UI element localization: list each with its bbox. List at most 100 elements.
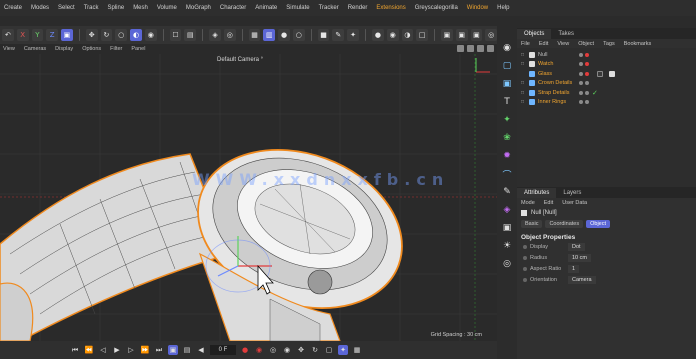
visibility-dot-icon[interactable]	[579, 52, 583, 57]
visibility-dot-icon[interactable]	[579, 71, 583, 76]
zoom-icon[interactable]	[467, 45, 474, 52]
snap-icon[interactable]: ◎	[223, 29, 236, 41]
mograph-cloner-icon[interactable]: ✦	[501, 114, 513, 126]
go-to-start-icon[interactable]: ⏮	[70, 345, 80, 355]
render-settings-icon[interactable]: ▣	[470, 29, 483, 41]
objects-menu-view[interactable]: View	[557, 41, 569, 47]
grid-snap-icon[interactable]: ▥	[263, 29, 276, 41]
object-row-glass[interactable]: Glass	[517, 69, 696, 79]
current-frame-field[interactable]: 0 F	[210, 345, 236, 355]
menu-mograph[interactable]: MoGraph	[186, 5, 211, 11]
rotation-key-icon[interactable]: ↻	[310, 345, 320, 355]
rotate-icon[interactable]: ↻	[100, 29, 113, 41]
property-aspect-ratio[interactable]: Aspect Ratio 1	[517, 264, 696, 274]
menu-simulate[interactable]: Simulate	[286, 5, 309, 11]
prev-key-icon[interactable]: ⏪	[84, 345, 94, 355]
render-dot-icon[interactable]	[585, 71, 589, 76]
sound-icon[interactable]: ◀	[196, 345, 206, 355]
object-row-crown-details[interactable]: □ Crown Details	[517, 79, 696, 89]
menu-track[interactable]: Track	[84, 5, 99, 11]
keyframe-dot-icon[interactable]	[523, 245, 527, 249]
render-picture-viewer-icon[interactable]: ▣	[455, 29, 468, 41]
quantize-icon[interactable]: ●	[278, 29, 290, 41]
objects-menu-file[interactable]: File	[521, 41, 530, 47]
text-tool-icon[interactable]: T	[501, 96, 513, 108]
mode-object-tab[interactable]: Object	[586, 220, 611, 228]
expand-toggle-icon[interactable]: □	[521, 90, 526, 96]
render-view-icon[interactable]: ▣	[441, 29, 453, 41]
world-coords-icon[interactable]: ▣	[61, 29, 73, 41]
property-radius[interactable]: Radius 10 cm	[517, 253, 696, 263]
tab-attributes[interactable]: Attributes	[517, 188, 557, 198]
object-row-inner-rings[interactable]: □ Inner Rings	[517, 98, 696, 108]
checkmark-icon[interactable]: ✓	[592, 89, 598, 97]
undo-icon[interactable]: ↶	[2, 29, 14, 41]
material-tag-icon[interactable]	[597, 70, 603, 77]
deformer-bend-icon[interactable]: ✹	[501, 150, 513, 162]
render-dot-icon[interactable]	[585, 62, 589, 67]
motion-record-icon[interactable]: ◉	[282, 345, 292, 355]
keyframe-dot-icon[interactable]	[523, 267, 527, 271]
menu-render[interactable]: Render	[348, 5, 368, 11]
render-dot-icon[interactable]	[585, 100, 589, 105]
pla-key-icon[interactable]: ▦	[352, 345, 362, 355]
volume-icon[interactable]: ◈	[501, 204, 513, 216]
attributes-menu-mode[interactable]: Mode	[521, 200, 535, 206]
expand-toggle-icon[interactable]: □	[521, 61, 526, 67]
object-row-null[interactable]: □ Null	[517, 50, 696, 60]
axis-y-toggle[interactable]: Y	[31, 29, 44, 41]
menu-tracker[interactable]: Tracker	[319, 5, 339, 11]
crown-knob[interactable]	[307, 269, 333, 295]
next-key-icon[interactable]: ⏩	[140, 345, 150, 355]
parameter-key-icon[interactable]: ✦	[338, 345, 348, 355]
viewport-menu-cameras[interactable]: Cameras	[24, 46, 46, 52]
lock-icon[interactable]: ◈	[209, 29, 221, 41]
orbit-icon[interactable]	[477, 45, 484, 52]
property-orientation[interactable]: Orientation Camera	[517, 275, 696, 285]
menu-select[interactable]: Select	[58, 5, 75, 11]
maximize-view-icon[interactable]	[487, 45, 494, 52]
camera-icon[interactable]: ◉	[386, 29, 399, 41]
cube-icon[interactable]: ■	[317, 29, 330, 41]
display-dropdown[interactable]: Dot	[568, 243, 585, 251]
menu-animate[interactable]: Animate	[255, 5, 277, 11]
spline-pen-icon[interactable]: ✎	[332, 29, 345, 41]
pan-icon[interactable]	[457, 45, 464, 52]
deformer-icon[interactable]: ●	[371, 29, 384, 41]
cube-primitive-icon[interactable]: ▢	[501, 60, 513, 72]
select-rect-icon[interactable]: ☐	[169, 29, 182, 41]
record-icon[interactable]: ●	[240, 345, 250, 355]
watch-model[interactable]	[0, 123, 424, 341]
object-row-strap-details[interactable]: □ Strap Details ✓	[517, 88, 696, 98]
aspect-ratio-field[interactable]: 1	[568, 265, 580, 273]
menu-mesh[interactable]: Mesh	[133, 5, 148, 11]
render-dot-icon[interactable]	[585, 90, 589, 95]
menu-modes[interactable]: Modes	[31, 5, 49, 11]
menu-character[interactable]: Character	[220, 5, 246, 11]
axis-z-toggle[interactable]: Z	[46, 29, 59, 41]
mode-basic-tab[interactable]: Basic	[521, 220, 543, 228]
menu-greyscalegorilla[interactable]: Greyscalegorilla	[415, 5, 458, 11]
keyframe-selection-icon[interactable]: ◎	[268, 345, 278, 355]
workplane-icon[interactable]: ▦	[248, 29, 261, 41]
move-icon[interactable]: ✥	[85, 29, 98, 41]
play-icon[interactable]: ▶	[112, 345, 122, 355]
menu-help[interactable]: Help	[497, 5, 509, 11]
menu-spline[interactable]: Spline	[108, 5, 125, 11]
keyframe-dot-icon[interactable]	[523, 256, 527, 260]
radius-field[interactable]: 10 cm	[568, 254, 591, 262]
visibility-dot-icon[interactable]	[579, 62, 583, 67]
attributes-menu-user-data[interactable]: User Data	[562, 200, 587, 206]
light-icon[interactable]: ◑	[401, 29, 414, 41]
visibility-dot-icon[interactable]	[579, 90, 583, 95]
scale-icon[interactable]: ○	[115, 29, 128, 41]
property-display[interactable]: Display Dot	[517, 242, 696, 252]
objects-menu-edit[interactable]: Edit	[539, 41, 548, 47]
live-select-icon[interactable]: ▤	[184, 29, 197, 41]
object-row-watch[interactable]: □ Watch	[517, 60, 696, 70]
prev-frame-icon[interactable]: ◁	[98, 345, 108, 355]
tab-objects[interactable]: Objects	[517, 29, 552, 39]
3d-viewport[interactable]: Default Camera ° WWW.xxdnxxfb.cn Grid Sp…	[0, 54, 497, 341]
fields-icon[interactable]: ❀	[501, 132, 513, 144]
tag-icon[interactable]: □	[416, 29, 429, 41]
